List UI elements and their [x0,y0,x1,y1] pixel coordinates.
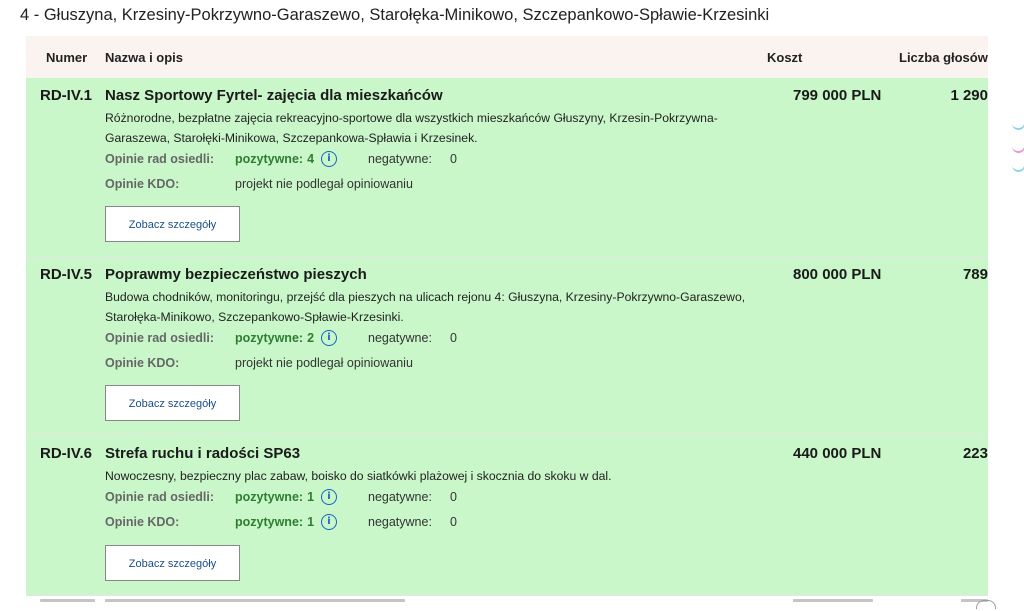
section-title: 4 - Głuszyna, Krzesiny-Pokrzywno-Garasze… [20,6,770,24]
project-title: Nasz Sportowy Fyrtel- zajęcia dla mieszk… [105,87,443,104]
negative-count: 0 [449,152,457,166]
positive-label: pozytywne: [235,515,304,529]
positive-label: pozytywne: [235,152,304,166]
negative-label: negatywne: [368,515,432,529]
kdo-negative: negatywne: 0 [368,515,457,529]
project-cost: 440 000 PLN [793,445,882,462]
info-icon[interactable]: i [321,150,338,167]
info-icon[interactable]: i [321,488,338,505]
table-row: RD-IV.1 Nasz Sportowy Fyrtel- zajęcia dl… [26,78,988,257]
cutoff-text [105,599,405,602]
council-positive: pozytywne: 1 i [235,488,338,505]
table-row: RD-IV.5 Poprawmy bezpieczeństwo pieszych… [26,257,988,436]
decorative-mark [1012,160,1024,172]
council-opinions-label: Opinie rad osiedli: [105,331,215,345]
project-number: RD-IV.6 [40,445,92,462]
positive-count: 1 [307,515,315,529]
project-number: RD-IV.5 [40,266,92,283]
negative-count: 0 [449,331,457,345]
cutoff-text [40,599,95,602]
positive-count: 4 [307,152,315,166]
project-cost: 800 000 PLN [793,266,882,283]
header-number: Numer [46,50,88,65]
negative-label: negatywne: [368,490,432,504]
scroll-up-button[interactable] [976,600,996,609]
header-name: Nazwa i opis [105,50,184,65]
kdo-opinions-label: Opinie KDO: [105,356,180,370]
positive-label: pozytywne: [235,331,304,345]
project-number: RD-IV.1 [40,87,92,104]
projects-table: Numer Nazwa i opis Koszt Liczba głosów R… [26,36,988,611]
details-button[interactable]: Zobacz szczegóły [105,545,240,581]
table-header: Numer Nazwa i opis Koszt Liczba głosów [26,36,988,78]
council-positive: pozytywne: 2 i [235,329,338,346]
project-votes: 789 [962,266,988,283]
kdo-not-reviewed: projekt nie podlegał opiniowaniu [235,356,413,370]
table-row-partial [26,596,988,611]
negative-count: 0 [449,490,457,504]
kdo-opinions-label: Opinie KDO: [105,177,180,191]
council-negative: negatywne: 0 [368,331,457,345]
project-cost: 799 000 PLN [793,87,882,104]
header-cost: Koszt [767,50,803,65]
decorative-mark [1012,118,1024,130]
project-title: Strefa ruchu i radości SP63 [105,445,301,462]
project-title: Poprawmy bezpieczeństwo pieszych [105,266,367,283]
details-button[interactable]: Zobacz szczegóły [105,385,240,421]
council-negative: negatywne: 0 [368,152,457,166]
cutoff-text [793,599,873,602]
negative-count: 0 [449,515,457,529]
negative-label: negatywne: [368,152,432,166]
kdo-not-reviewed: projekt nie podlegał opiniowaniu [235,177,413,191]
kdo-opinions-label: Opinie KDO: [105,515,180,529]
project-description: Różnorodne, bezpłatne zajęcia rekreacyjn… [105,111,718,145]
positive-count: 1 [307,490,315,504]
details-button[interactable]: Zobacz szczegóły [105,206,240,242]
positive-count: 2 [307,331,315,345]
council-positive: pozytywne: 4 i [235,150,338,167]
header-votes: Liczba głosów [899,50,988,65]
positive-label: pozytywne: [235,490,304,504]
council-opinions-label: Opinie rad osiedli: [105,152,215,166]
council-opinions-label: Opinie rad osiedli: [105,490,215,504]
project-description: Budowa chodników, monitoringu, przejść d… [105,290,746,324]
council-negative: negatywne: 0 [368,490,457,504]
table-row: RD-IV.6 Strefa ruchu i radości SP63 440 … [26,436,988,596]
info-icon[interactable]: i [321,513,338,530]
project-votes: 223 [962,445,988,462]
kdo-positive: pozytywne: 1 i [235,513,338,530]
project-votes: 1 290 [950,87,988,104]
decorative-mark [1012,141,1024,153]
negative-label: negatywne: [368,331,432,345]
info-icon[interactable]: i [321,329,338,346]
project-description: Nowoczesny, bezpieczny plac zabaw, boisk… [105,469,612,483]
